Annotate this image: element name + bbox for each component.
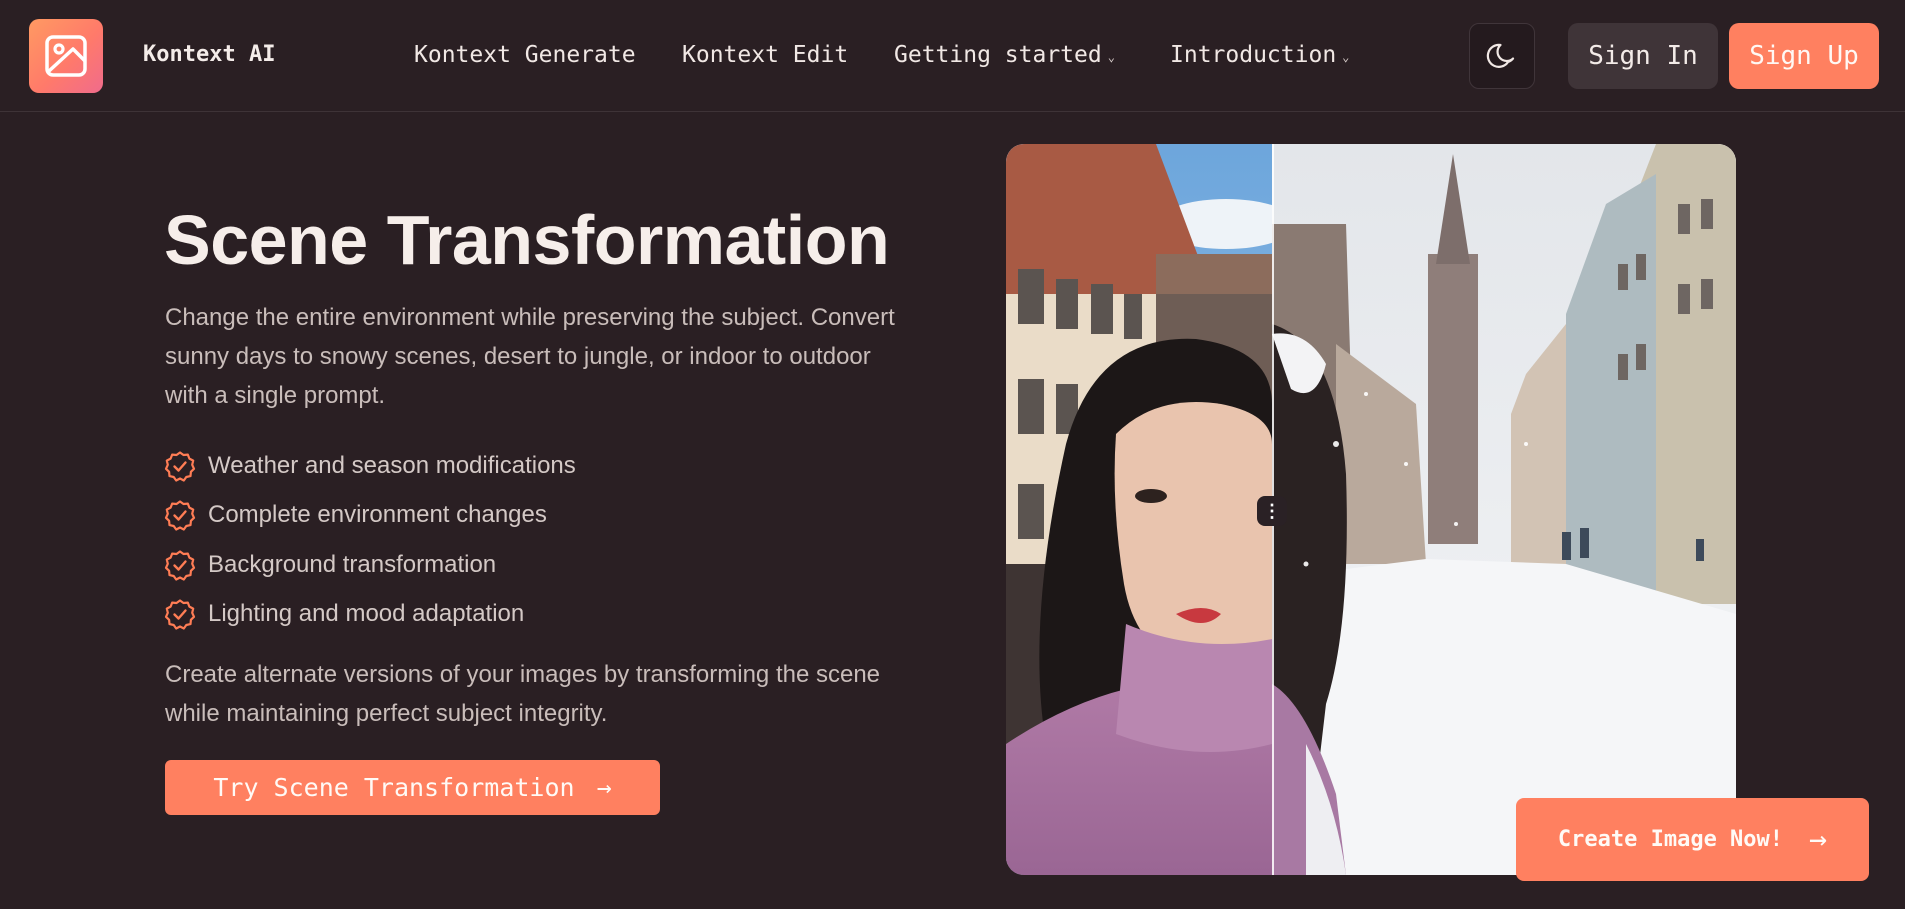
- arrow-right-icon: →: [596, 773, 612, 802]
- check-badge-icon: [164, 451, 196, 482]
- feature-item: Background transformation: [164, 540, 576, 590]
- page-title: Scene Transformation: [164, 201, 890, 279]
- chevron-down-icon: ⌄: [1342, 50, 1350, 64]
- logo[interactable]: [29, 19, 103, 93]
- check-badge-icon: [164, 599, 196, 630]
- check-badge-icon: [164, 550, 196, 581]
- create-label: Create Image Now!: [1557, 827, 1784, 852]
- nav-label: Introduction: [1170, 42, 1337, 68]
- top-navbar: Kontext AI Kontext Generate Kontext Edit…: [0, 0, 1905, 112]
- sign-up-button[interactable]: Sign Up: [1729, 23, 1879, 89]
- nav-introduction[interactable]: Introduction ⌄: [1170, 42, 1349, 68]
- check-badge-icon: [164, 500, 196, 531]
- sign-in-button[interactable]: Sign In: [1568, 23, 1718, 89]
- nav-label: Kontext Edit: [682, 42, 849, 68]
- feature-item: Lighting and mood adaptation: [164, 590, 576, 640]
- nav-kontext-generate[interactable]: Kontext Generate: [414, 42, 636, 68]
- nav-kontext-edit[interactable]: Kontext Edit: [682, 42, 848, 68]
- arrow-right-icon: →: [1809, 822, 1828, 857]
- create-image-now-button[interactable]: Create Image Now! →: [1516, 798, 1869, 881]
- image-icon: [45, 35, 87, 77]
- hero-description: Change the entire environment while pres…: [165, 304, 895, 409]
- theme-toggle-button[interactable]: [1469, 23, 1535, 89]
- feature-label: Complete environment changes: [208, 501, 547, 529]
- try-scene-transformation-button[interactable]: Try Scene Transformation →: [165, 760, 660, 815]
- nav-label: Getting started: [894, 42, 1102, 68]
- feature-list: Weather and season modifications Complet…: [164, 441, 576, 639]
- comparison-image: [1006, 144, 1736, 875]
- brand-name[interactable]: Kontext AI: [143, 42, 275, 67]
- hero-closing-text: Create alternate versions of your images…: [165, 661, 881, 727]
- feature-item: Complete environment changes: [164, 491, 576, 541]
- nav-getting-started[interactable]: Getting started ⌄: [894, 42, 1115, 68]
- feature-label: Weather and season modifications: [208, 451, 576, 479]
- feature-item: Weather and season modifications: [164, 441, 576, 491]
- moon-icon: [1486, 43, 1515, 68]
- nav-label: Kontext Generate: [414, 42, 636, 68]
- drag-handle-icon[interactable]: ⋮: [1257, 496, 1287, 526]
- chevron-down-icon: ⌄: [1107, 50, 1115, 64]
- before-after-comparison[interactable]: [1006, 144, 1736, 875]
- feature-label: Background transformation: [208, 550, 497, 578]
- feature-label: Lighting and mood adaptation: [208, 600, 525, 628]
- cta-label: Try Scene Transformation: [213, 773, 575, 802]
